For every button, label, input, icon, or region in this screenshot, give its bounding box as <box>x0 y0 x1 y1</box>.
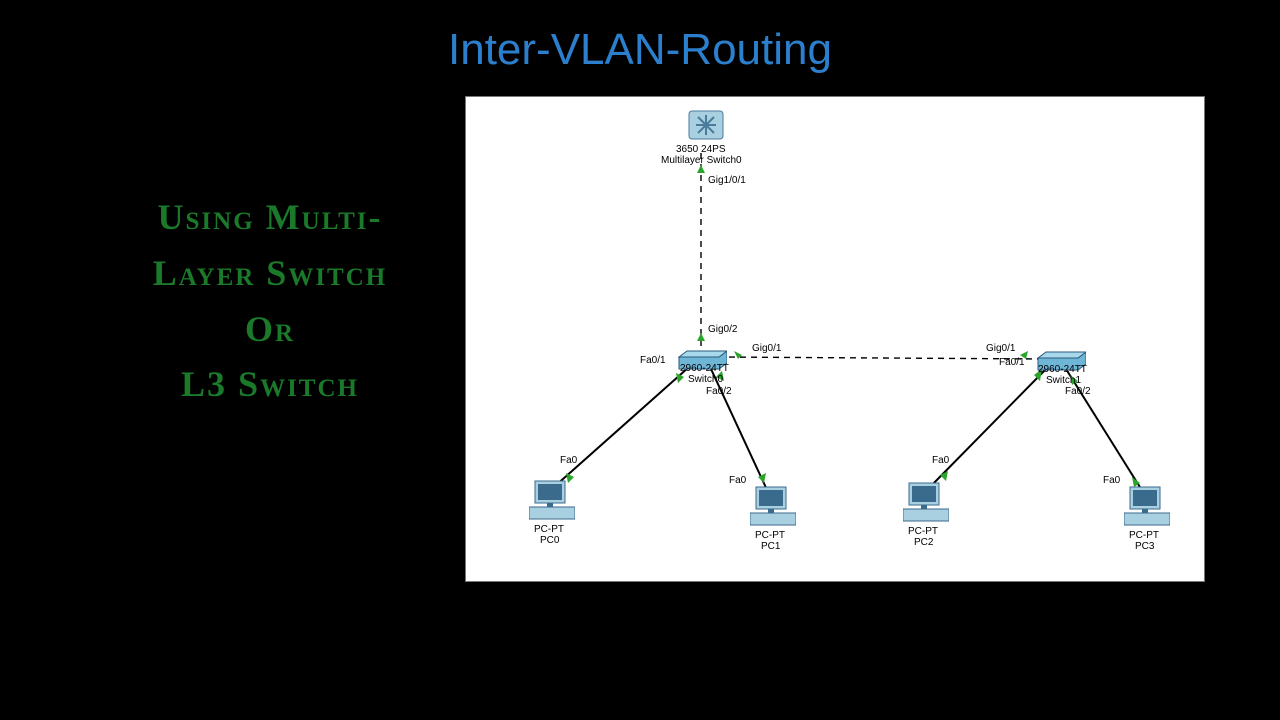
sw1-fa02-label: Fa0/2 <box>1065 386 1091 397</box>
topology-links <box>466 97 1206 583</box>
pc1-name-label: PC1 <box>761 541 780 552</box>
page-title: Inter-VLAN-Routing <box>0 25 1280 75</box>
sw0-up-port-label: Gig0/2 <box>708 324 737 335</box>
sw0-right-port-label: Gig0/1 <box>752 343 781 354</box>
sw1-name-label: Switch1 <box>1046 375 1081 386</box>
pc0-name-label: PC0 <box>540 535 559 546</box>
subtitle-line-2: Layer Switch <box>153 253 387 293</box>
pc2-port-label: Fa0 <box>932 455 949 466</box>
pc2-name-label: PC2 <box>914 537 933 548</box>
sw0-name-label: Switch0 <box>688 374 723 385</box>
subtitle-line-3: Or <box>245 309 295 349</box>
pc-icon <box>750 485 796 529</box>
pc3-name-label: PC3 <box>1135 541 1154 552</box>
sw0-fa01-label: Fa0/1 <box>640 355 666 366</box>
pc-icon <box>529 479 575 523</box>
pc2-model-label: PC-PT <box>908 526 938 537</box>
pc1-model-label: PC-PT <box>755 530 785 541</box>
sw0-model-label: 2960-24TT <box>680 363 729 374</box>
sw1-fa01-label: Fa0/1 <box>999 357 1025 368</box>
mls-port-label: Gig1/0/1 <box>708 175 746 186</box>
subtitle-line-4: L3 Switch <box>181 364 359 404</box>
pc3-port-label: Fa0 <box>1103 475 1120 486</box>
pc3-model-label: PC-PT <box>1129 530 1159 541</box>
pc2[interactable] <box>903 481 949 528</box>
sw1-model-label: 2960-24TT <box>1038 364 1087 375</box>
mls-name-label: Multilayer Switch0 <box>661 155 742 166</box>
subtitle-block: Using Multi- Layer Switch Or L3 Switch <box>95 190 445 413</box>
pc0-model-label: PC-PT <box>534 524 564 535</box>
sw1-left-port-label: Gig0/1 <box>986 343 1015 354</box>
pc1-port-label: Fa0 <box>729 475 746 486</box>
multilayer-switch-icon <box>685 107 727 143</box>
mls-model-label: 3650 24PS <box>676 144 726 155</box>
pc3[interactable] <box>1124 485 1170 532</box>
network-diagram: 3650 24PS Multilayer Switch0 Gig1/0/1 Gi… <box>465 96 1205 582</box>
multilayer-switch[interactable] <box>676 107 736 143</box>
pc0[interactable] <box>529 479 575 526</box>
pc-icon <box>903 481 949 525</box>
sw0-fa02-label: Fa0/2 <box>706 386 732 397</box>
pc-icon <box>1124 485 1170 529</box>
pc1[interactable] <box>750 485 796 532</box>
pc0-port-label: Fa0 <box>560 455 577 466</box>
subtitle-line-1: Using Multi- <box>158 197 383 237</box>
